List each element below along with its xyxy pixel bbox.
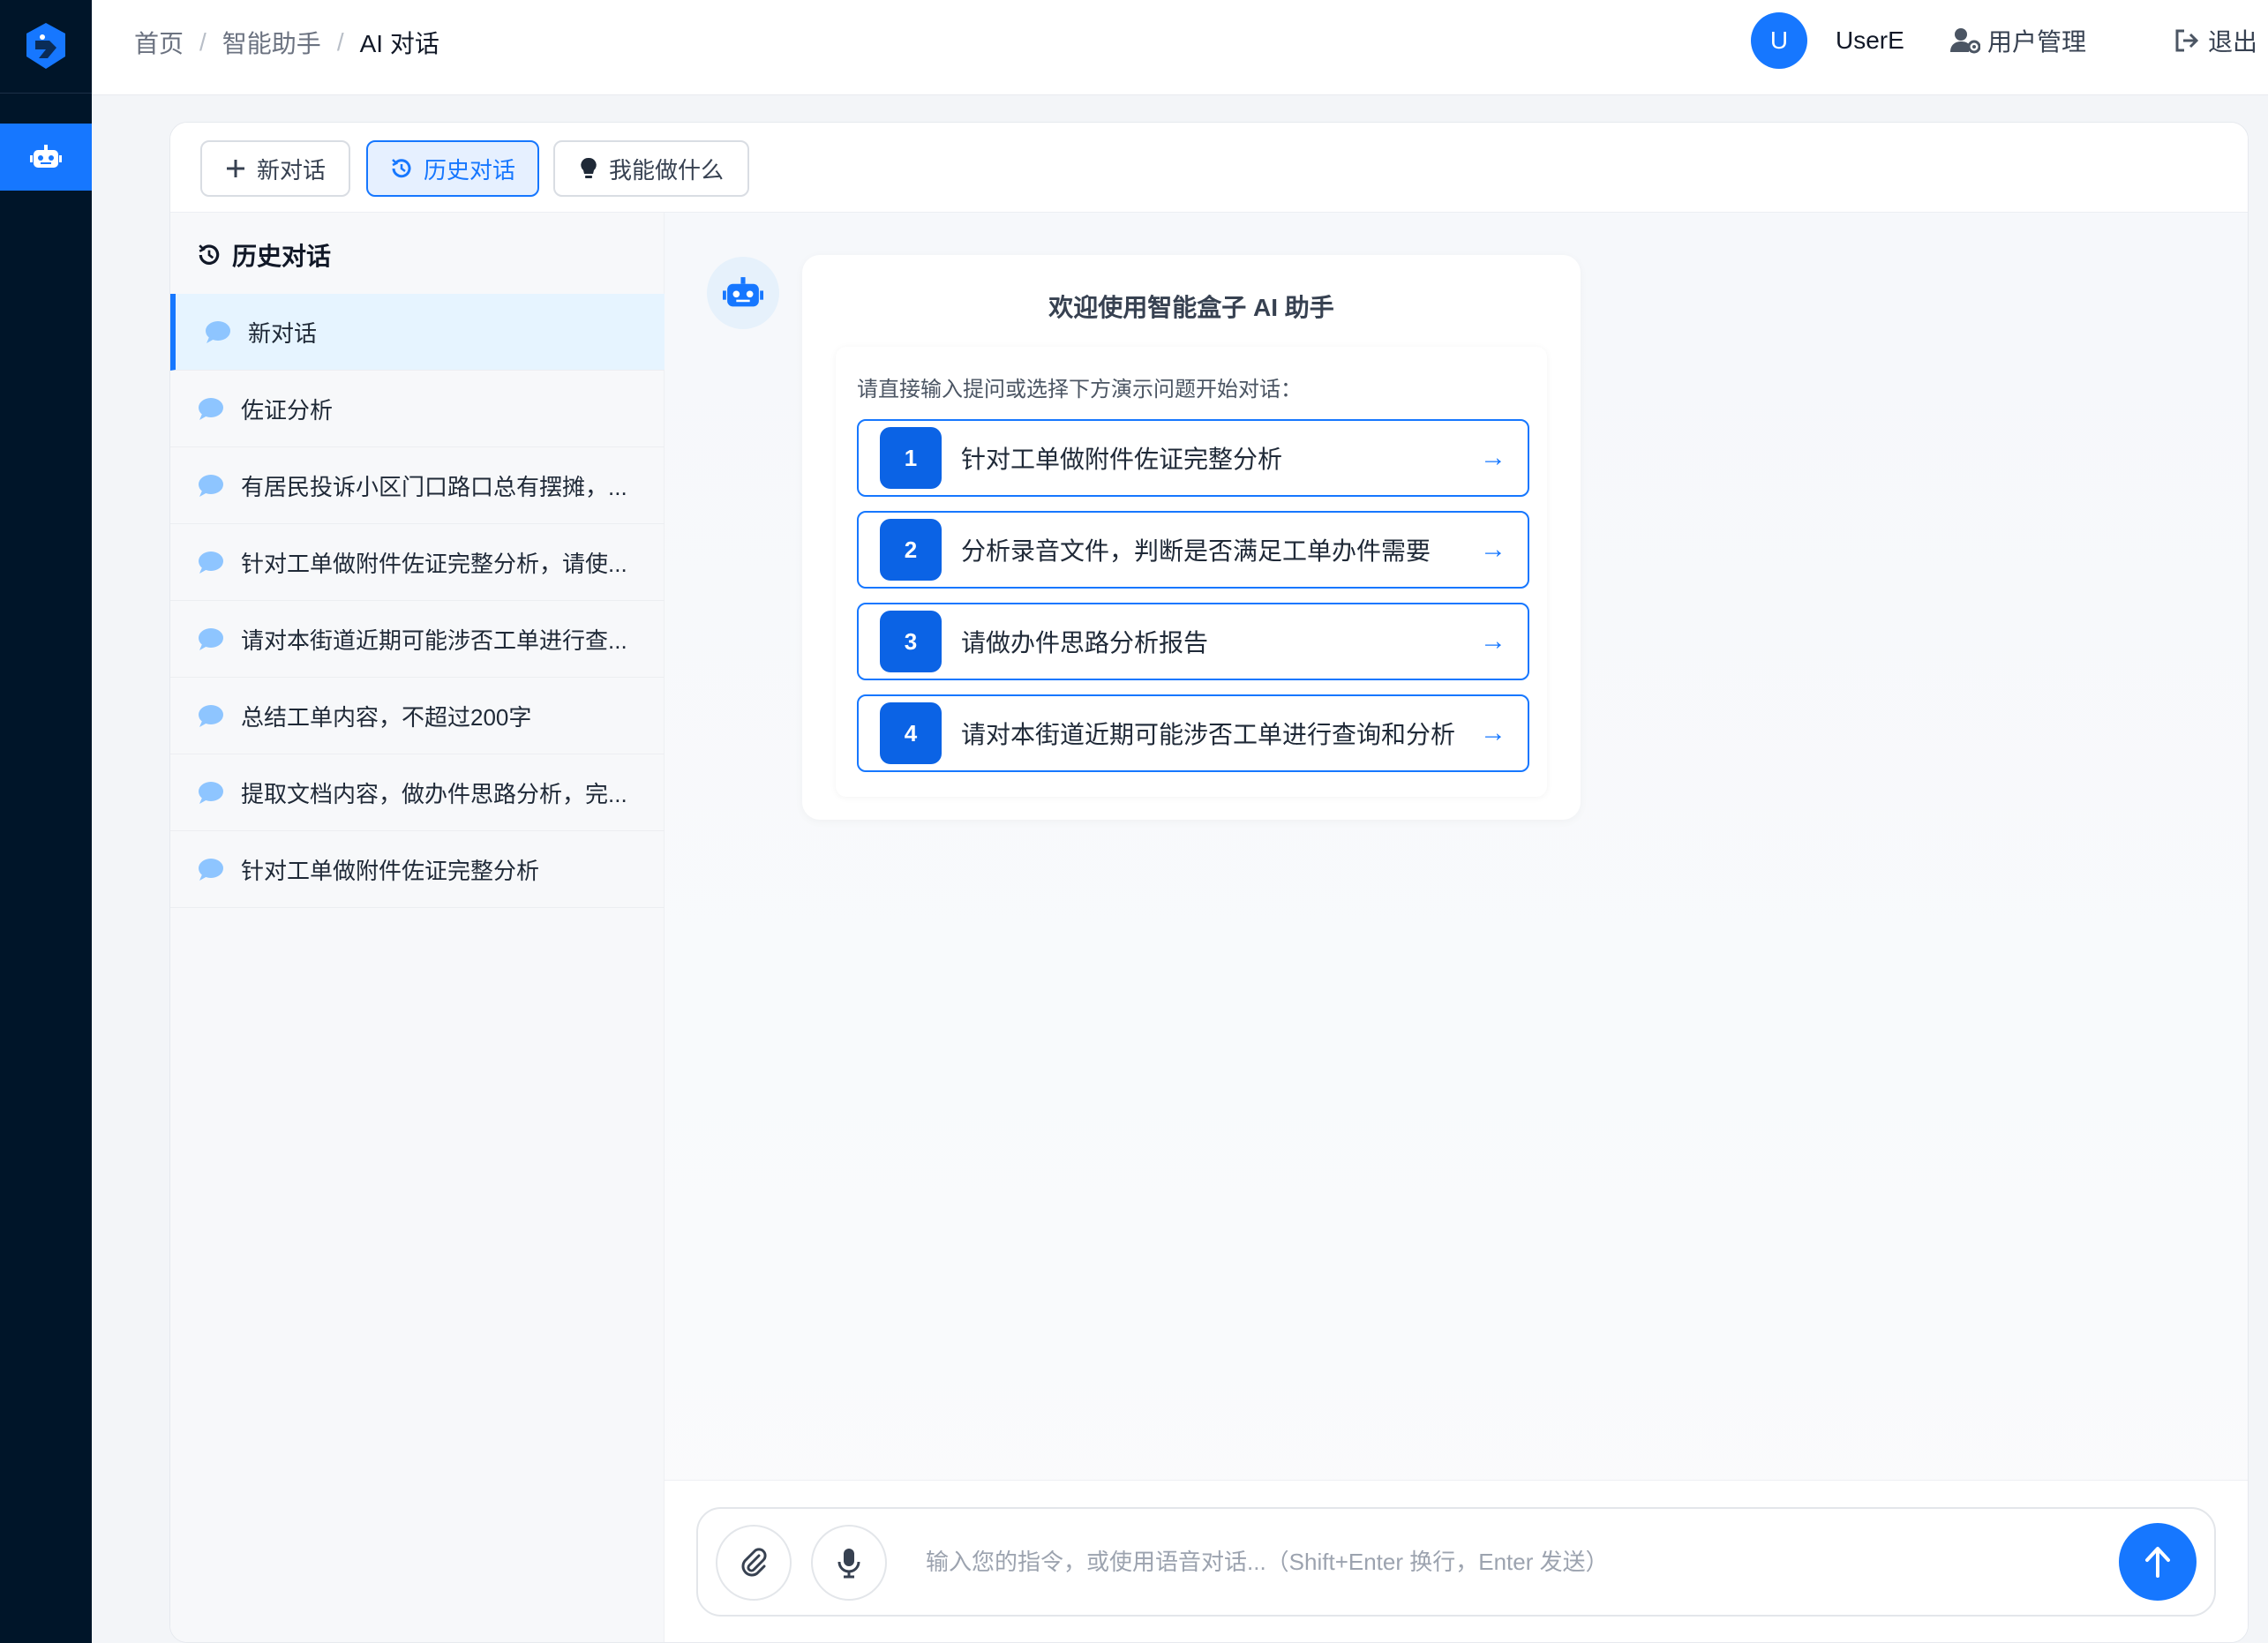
suggestion-number: 2 [880, 519, 942, 581]
chat-bubble-icon [199, 551, 223, 574]
chat-bubble-icon [206, 321, 230, 343]
user-gear-icon [1950, 28, 1980, 54]
user-name[interactable]: UserE [1836, 26, 1904, 55]
logout-icon [2175, 29, 2199, 52]
welcome-title: 欢迎使用智能盒子 AI 助手 [1048, 294, 1334, 321]
arrow-right-icon: → [1480, 443, 1506, 472]
history-item[interactable]: 佐证分析 [170, 371, 665, 447]
history-item[interactable]: 新对话 [170, 294, 665, 371]
suggestion-text: 请做办件思路分析报告 [961, 629, 1209, 656]
voice-button[interactable] [811, 1525, 887, 1601]
history-item[interactable]: 请对本街道近期可能涉否工单进行查... [170, 601, 665, 678]
robot-icon [723, 277, 763, 307]
history-item[interactable]: 总结工单内容，不超过200字 [170, 678, 665, 754]
capabilities-button[interactable]: 我能做什么 [553, 140, 749, 197]
lightbulb-icon [581, 157, 597, 178]
history-list: 新对话 佐证分析 有居民投诉小区门口路口总有摆摊，... 针对工单做附件佐证完整… [170, 294, 665, 908]
bot-avatar [707, 257, 779, 329]
new-chat-button[interactable]: 新对话 [200, 140, 350, 197]
history-sidebar: 历史对话 新对话 佐证分析 有居民投诉小区门口路口总有摆摊，... 针对工单做附… [170, 213, 665, 1642]
chat-bubble-icon [199, 628, 223, 650]
suggestion-text: 分析录音文件，判断是否满足工单办件需要 [961, 537, 1431, 565]
send-button[interactable] [2119, 1523, 2197, 1601]
chat-bubble-icon [199, 705, 223, 727]
composer-area: 输入您的指令，或使用语音对话...（Shift+Enter 换行，Enter 发… [665, 1480, 2248, 1642]
user-management-label: 用户管理 [1987, 28, 2087, 56]
welcome-message: 欢迎使用智能盒子 AI 助手 请直接输入提问或选择下方演示问题开始对话： 1 针… [802, 255, 1581, 820]
suggestion-text: 针对工单做附件佐证完整分析 [961, 446, 1283, 473]
message-composer: 输入您的指令，或使用语音对话...（Shift+Enter 换行，Enter 发… [696, 1507, 2216, 1617]
avatar[interactable]: U [1751, 12, 1807, 69]
history-button[interactable]: 历史对话 [366, 140, 539, 197]
chat-bubble-icon [199, 859, 223, 881]
chat-bubble-icon [199, 398, 223, 420]
user-management-link[interactable]: 用户管理 [1950, 23, 2086, 58]
suggestion-text: 请对本街道近期可能涉否工单进行查询和分析 [961, 721, 1456, 748]
new-chat-label: 新对话 [256, 156, 326, 184]
suggestion-item-3[interactable]: 3 请做办件思路分析报告 → [857, 603, 1529, 680]
arrow-up-icon [2145, 1547, 2170, 1578]
suggestion-hint: 请直接输入提问或选择下方演示问题开始对话： [857, 378, 1302, 401]
capabilities-label: 我能做什么 [608, 156, 724, 184]
logout-link[interactable]: 退出 [2174, 23, 2257, 58]
breadcrumb-home[interactable]: 首页 [134, 25, 184, 60]
top-bar: 首页 / 智能助手 / AI 对话 U UserE 用户管理 退出 [92, 0, 2268, 95]
nav-ai-assistant[interactable] [0, 124, 92, 191]
microphone-icon [837, 1549, 860, 1579]
suggestion-number: 3 [880, 611, 942, 672]
history-item[interactable]: 有居民投诉小区门口路口总有摆摊，... [170, 447, 665, 524]
history-item[interactable]: 针对工单做附件佐证完整分析 [170, 831, 665, 908]
message-input[interactable]: 输入您的指令，或使用语音对话...（Shift+Enter 换行，Enter 发… [926, 1509, 1609, 1615]
chat-bubble-icon [199, 475, 223, 497]
suggestion-panel: 请直接输入提问或选择下方演示问题开始对话： 1 针对工单做附件佐证完整分析 → … [836, 347, 1547, 797]
breadcrumb: 首页 / 智能助手 / AI 对话 [134, 0, 439, 85]
chat-area: 欢迎使用智能盒子 AI 助手 请直接输入提问或选择下方演示问题开始对话： 1 针… [665, 213, 2248, 1642]
suggestion-number: 4 [880, 702, 942, 764]
history-label: 历史对话 [423, 156, 515, 184]
breadcrumb-assistant[interactable]: 智能助手 [222, 25, 321, 60]
arrow-right-icon: → [1480, 626, 1506, 656]
logout-label: 退出 [2208, 28, 2258, 56]
arrow-right-icon: → [1480, 718, 1506, 747]
logo-icon [26, 22, 65, 69]
chat-card: 新对话 历史对话 我能做什么 历史对话 新对话 佐证分析 有居民投诉小区门口路口… [169, 122, 2249, 1643]
suggestion-item-1[interactable]: 1 针对工单做附件佐证完整分析 → [857, 419, 1529, 497]
history-title-label: 历史对话 [232, 243, 332, 270]
history-item[interactable]: 针对工单做附件佐证完整分析，请使... [170, 524, 665, 601]
user-menu[interactable]: U UserE [1751, 12, 1904, 69]
history-title: 历史对话 [197, 237, 331, 273]
app-logo[interactable] [0, 0, 92, 94]
robot-icon [30, 145, 62, 168]
left-rail [0, 0, 92, 1643]
arrow-right-icon: → [1480, 535, 1506, 564]
chat-bubble-icon [199, 782, 223, 804]
attach-button[interactable] [716, 1525, 792, 1601]
suggestion-item-2[interactable]: 2 分析录音文件，判断是否满足工单办件需要 → [857, 511, 1529, 589]
plus-icon [226, 160, 244, 177]
chat-toolbar: 新对话 历史对话 我能做什么 [170, 123, 2248, 213]
breadcrumb-current: AI 对话 [359, 30, 439, 57]
paperclip-icon [741, 1548, 767, 1577]
history-icon [199, 244, 220, 265]
suggestion-number: 1 [880, 427, 942, 489]
suggestion-item-4[interactable]: 4 请对本街道近期可能涉否工单进行查询和分析 → [857, 694, 1529, 772]
history-item[interactable]: 提取文档内容，做办件思路分析，完... [170, 754, 665, 831]
history-icon [392, 159, 411, 178]
